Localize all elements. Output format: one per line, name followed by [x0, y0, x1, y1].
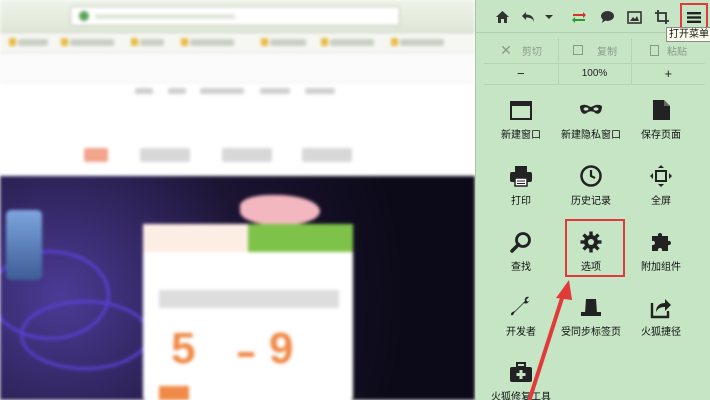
promo-card: 5 9 — [143, 224, 353, 400]
mask-icon — [580, 104, 602, 114]
menu-item-synced-tabs[interactable]: 受同步标签页 — [556, 287, 626, 349]
gear-icon — [580, 231, 602, 253]
zoom-controls: − 100% + — [484, 63, 705, 85]
paste-button[interactable]: 粘贴 — [632, 38, 705, 62]
wrench-icon — [511, 296, 530, 316]
new-window-icon — [510, 101, 532, 120]
share-icon — [650, 299, 671, 319]
scissors-icon: ✕ — [500, 41, 512, 58]
menu-item-repair-tool[interactable]: 火狐修复工具 — [486, 352, 556, 400]
menu-item-find[interactable]: 查找 — [486, 222, 556, 284]
fullscreen-icon — [650, 165, 672, 187]
menu-item-new-window[interactable]: 新建窗口 — [486, 90, 556, 152]
screenshot-icon[interactable] — [623, 7, 645, 27]
puzzle-icon — [652, 233, 671, 251]
copy-icon — [573, 45, 583, 55]
zoom-in-button[interactable]: + — [632, 63, 706, 85]
chat-bubble-icon[interactable] — [596, 7, 618, 27]
clock-icon — [580, 165, 602, 187]
back-history-icon[interactable] — [518, 7, 540, 27]
copy-button[interactable]: 复制 — [558, 38, 632, 62]
chevron-down-icon[interactable] — [543, 7, 555, 27]
magnifier-icon — [510, 232, 531, 253]
bookmarks-bar — [0, 33, 475, 53]
edit-controls: ✕ 剪切 复制 粘贴 — [484, 38, 705, 62]
url-bar[interactable] — [70, 6, 400, 26]
menu-item-firefox-shortcut[interactable]: 火狐捷径 — [626, 287, 696, 349]
menu-item-fullscreen[interactable]: 全屏 — [626, 156, 696, 218]
firefox-menu-panel: 打开菜单 ✕ 剪切 复制 粘贴 − 100% + 新建窗口 新建隐私窗口 保存页… — [475, 0, 710, 400]
zoom-out-button[interactable]: − — [484, 63, 558, 85]
background-webpage: 5 9 — [0, 0, 475, 400]
menu-item-print[interactable]: 打印 — [486, 156, 556, 218]
menu-item-private-window[interactable]: 新建隐私窗口 — [556, 90, 626, 152]
hamburger-menu-icon[interactable] — [683, 7, 705, 27]
cut-button[interactable]: ✕ 剪切 — [484, 38, 558, 62]
home-icon[interactable] — [492, 7, 512, 27]
menu-item-options[interactable]: 选项 — [556, 222, 626, 284]
transfer-icon[interactable] — [568, 7, 590, 27]
medkit-icon — [510, 362, 532, 382]
printer-icon — [510, 166, 532, 187]
crop-icon[interactable] — [651, 7, 673, 27]
menu-item-addons[interactable]: 附加组件 — [626, 222, 696, 284]
menu-item-history[interactable]: 历史记录 — [556, 156, 626, 218]
menu-item-save-page[interactable]: 保存页面 — [626, 90, 696, 152]
sync-tabs-icon — [581, 299, 601, 316]
menu-item-developer[interactable]: 开发者 — [486, 287, 556, 349]
zoom-level[interactable]: 100% — [557, 63, 632, 85]
clipboard-icon — [650, 44, 659, 56]
save-page-icon — [653, 100, 670, 120]
browser-toolbar — [0, 0, 475, 33]
